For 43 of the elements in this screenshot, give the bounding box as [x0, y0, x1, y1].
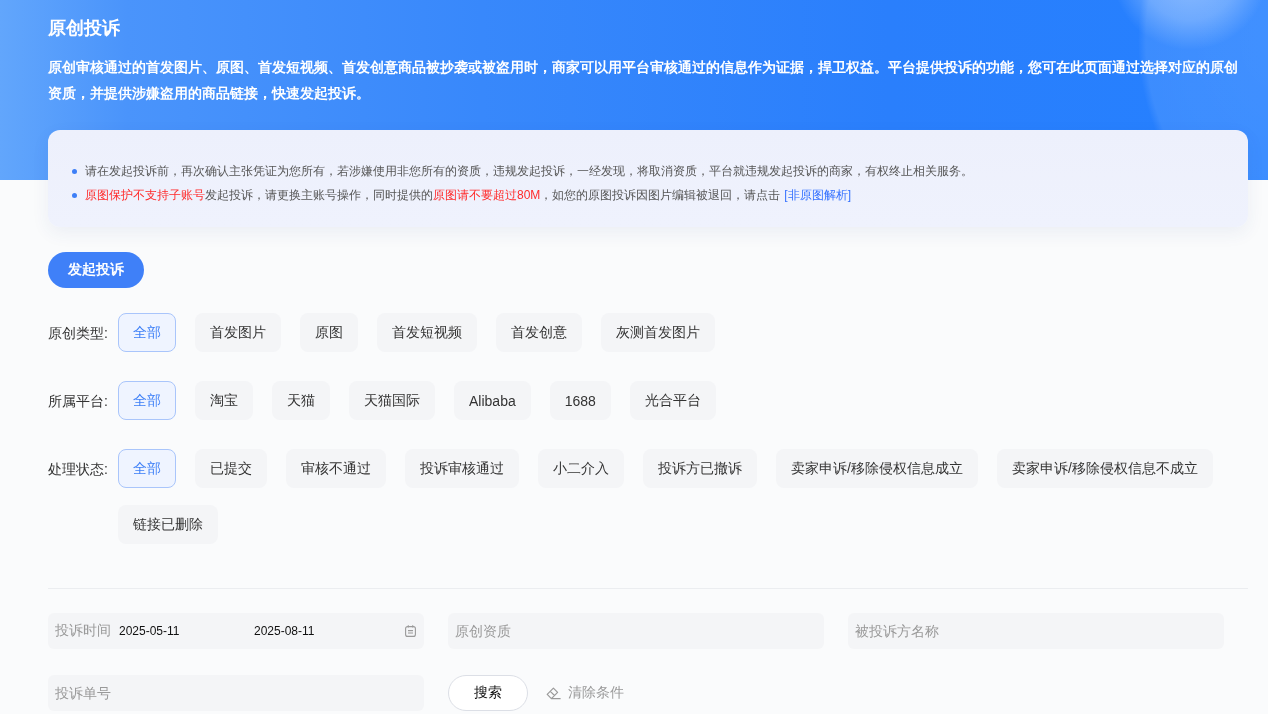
text-field[interactable]: 原创资质: [448, 613, 824, 649]
filter-option[interactable]: 全部: [118, 313, 176, 352]
filter-option[interactable]: 全部: [118, 381, 176, 420]
text-field[interactable]: 被投诉方名称: [848, 613, 1224, 649]
filter-option[interactable]: 天猫国际: [349, 381, 435, 420]
filter-label: 处理状态:: [48, 459, 108, 479]
notice-text: 原图保护不支持子账号发起投诉，请更换主账号操作，同时提供的原图请不要超过80M，如您的原图投诉因图片编辑被退回，请点击 [非原图解析]: [85, 187, 851, 204]
filter-option[interactable]: 审核不通过: [286, 449, 386, 488]
bullet-icon: [72, 168, 77, 174]
field-label: 投诉时间: [55, 622, 111, 640]
page-title: 原创投诉: [48, 17, 121, 40]
text-field[interactable]: 投诉单号: [48, 675, 424, 711]
filter-label: 原创类型:: [48, 323, 108, 343]
filter-option[interactable]: 1688: [549, 381, 611, 420]
filter-option[interactable]: 首发短视频: [377, 313, 477, 352]
date-range-field[interactable]: 投诉时间 2025-05-11 2025-08-11: [48, 613, 424, 649]
end-date-input[interactable]: 2025-08-11: [254, 624, 330, 638]
analysis-link[interactable]: [非原图解析]: [784, 188, 851, 202]
filter-option[interactable]: 已提交: [195, 449, 267, 488]
start-date-input[interactable]: 2025-05-11: [119, 624, 195, 638]
calendar-icon: [405, 625, 416, 637]
filter-label: 所属平台:: [48, 391, 108, 411]
search-button[interactable]: 搜索: [448, 675, 528, 711]
filter-option[interactable]: 淘宝: [195, 381, 253, 420]
filter-option[interactable]: 光合平台: [629, 381, 716, 420]
bullet-icon: [72, 192, 77, 198]
filter-option[interactable]: 首发创意: [496, 313, 582, 352]
filter-option[interactable]: 链接已删除: [118, 505, 218, 544]
notice-text: 请在发起投诉前，再次确认主张凭证为您所有，若涉嫌使用非您所有的资质，违规发起投诉，一经发现，将取消资质，平台就违规发起投诉的商家，有权终止相关服务。: [85, 163, 973, 180]
start-complaint-button[interactable]: 发起投诉: [48, 252, 144, 288]
filter-option[interactable]: Alibaba: [454, 381, 531, 420]
filter-option[interactable]: 小二介入: [538, 449, 624, 488]
filter-option[interactable]: 原图: [300, 313, 358, 352]
filter-option[interactable]: 首发图片: [195, 313, 281, 352]
filter-option[interactable]: 投诉方已撤诉: [643, 449, 757, 488]
filter-option[interactable]: 卖家申诉/移除侵权信息成立: [776, 449, 978, 488]
filter-option[interactable]: 全部: [118, 449, 176, 488]
filter-option[interactable]: 投诉审核通过: [405, 449, 519, 488]
page-description: 原创审核通过的首发图片、原图、首发短视频、首发创意商品被抄袭或被盗用时，商家可以用平台审核通过的信息作为证据，捍卫权益。平台提供投诉的功能，您可在此页面通过选择对应的原创资质，并提供涉嫌盗用的商品链接，快速发起投诉。: [48, 58, 1239, 103]
filter-option[interactable]: 卖家申诉/移除侵权信息不成立: [996, 449, 1213, 488]
filter-option[interactable]: 天猫: [272, 381, 330, 420]
filter-option[interactable]: 灰测首发图片: [601, 313, 715, 352]
eraser-icon: [546, 686, 561, 700]
